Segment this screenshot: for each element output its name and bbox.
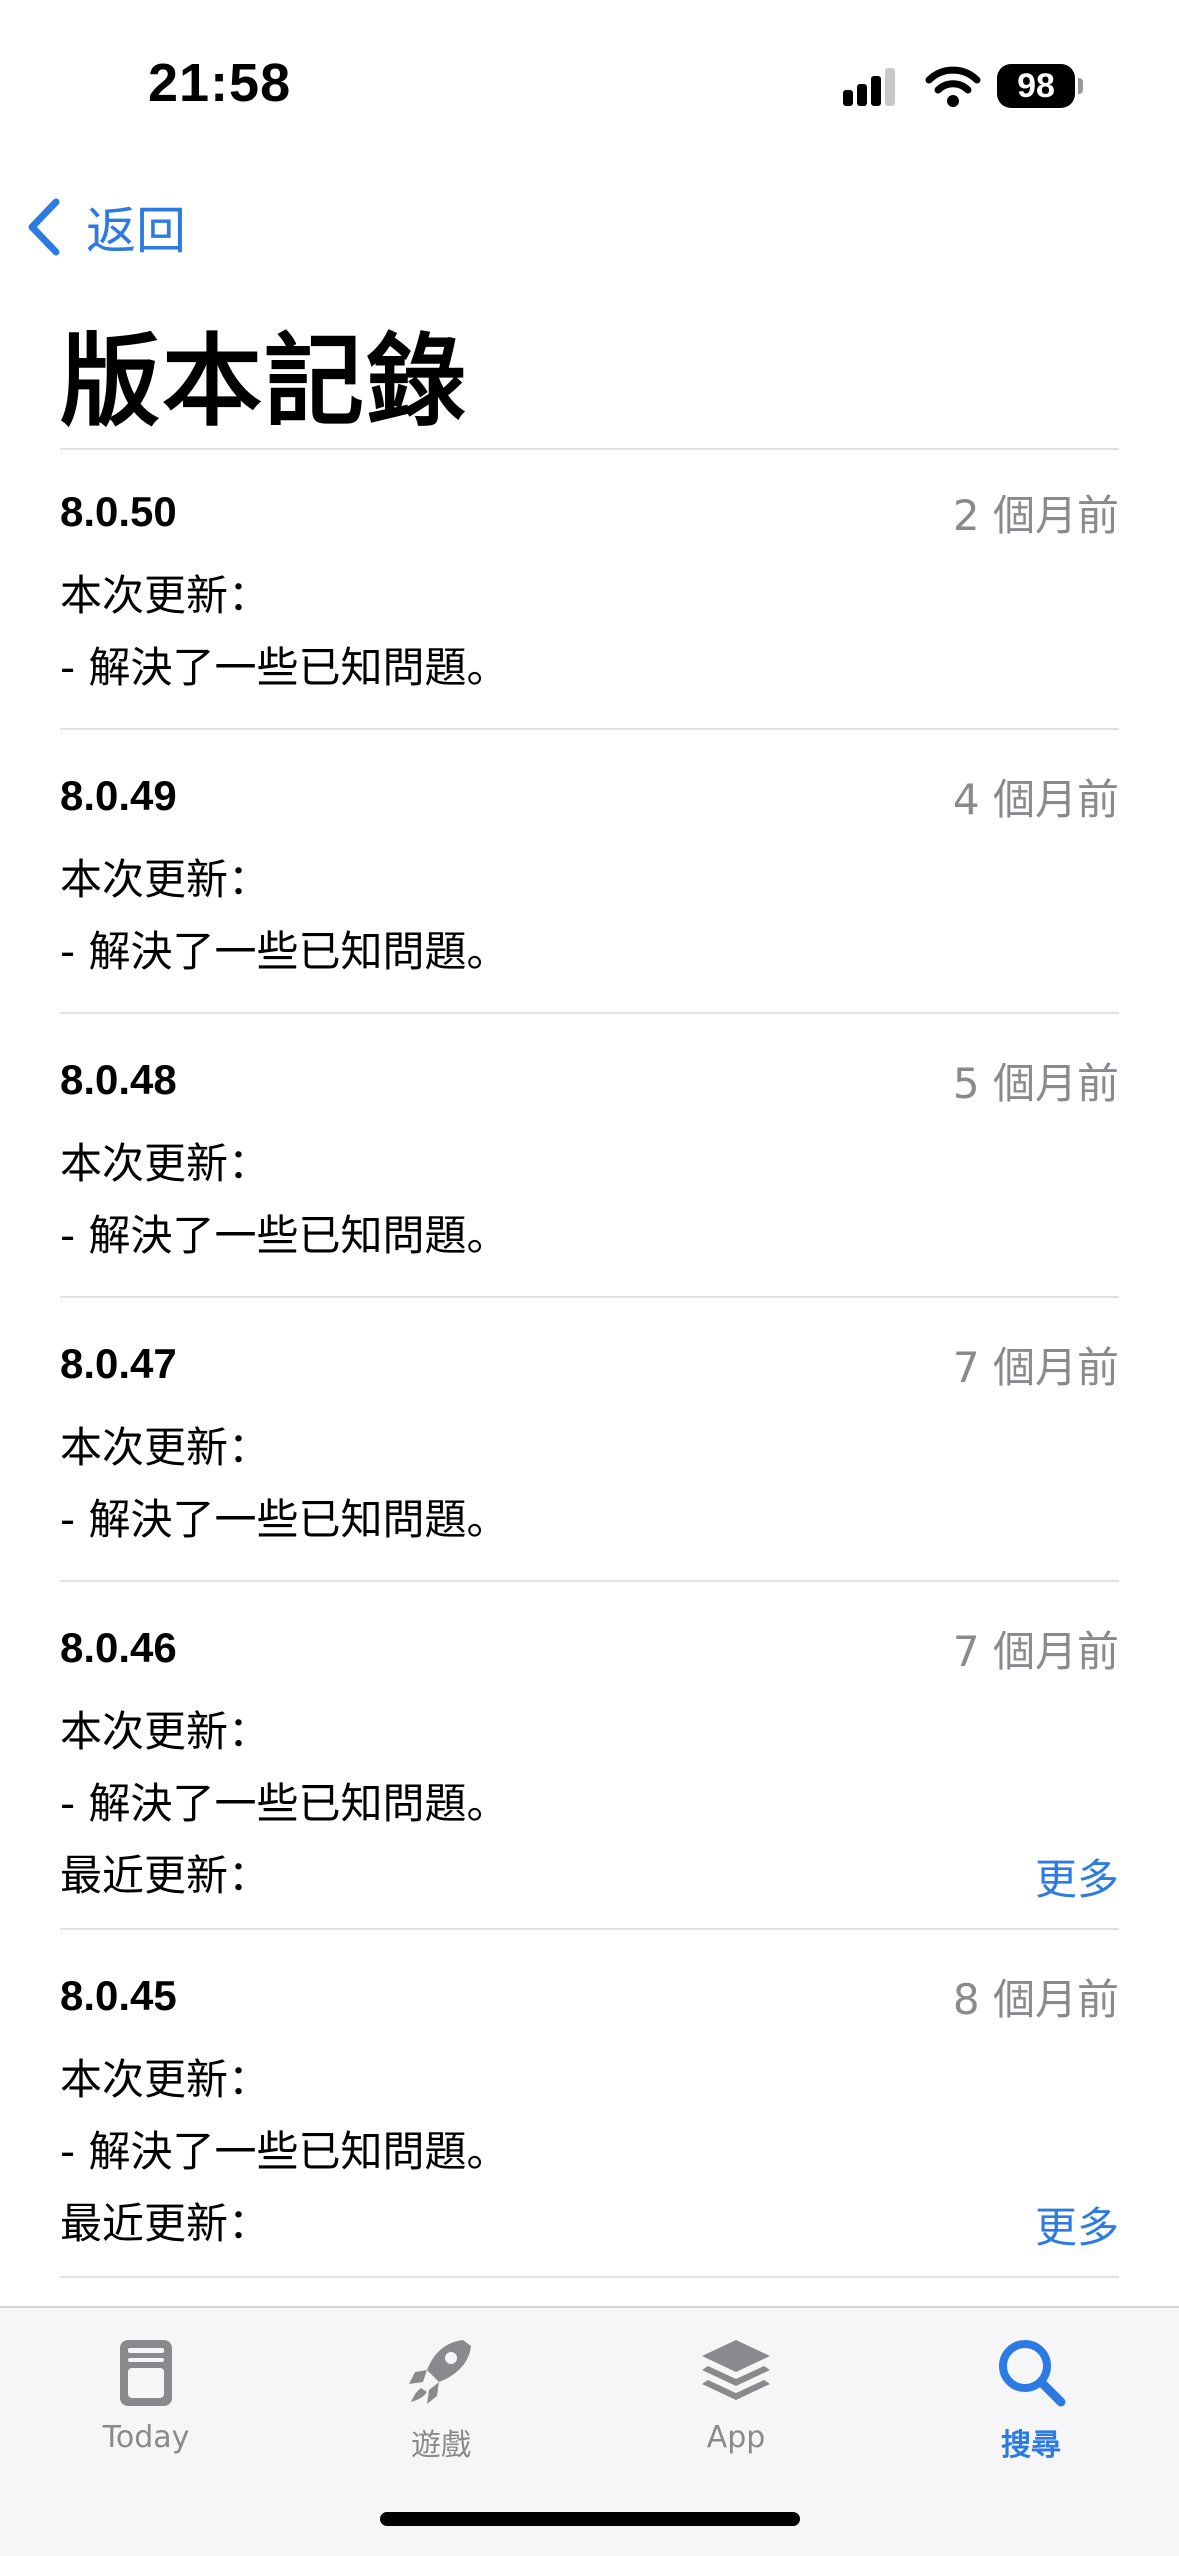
release-note-line: - 解決了一些已知問題。 [60,2127,509,2176]
version-date: 4 個月前 [952,774,1119,824]
tab-search[interactable]: 搜尋 [931,2332,1131,2482]
release-note-line: 本次更新： [60,1139,271,1188]
version-header: 8.0.45 8 個月前 [60,1960,1119,2032]
release-note-line: - 解決了一些已知問題。 [60,1779,509,1828]
tab-label: 搜尋 [1001,2428,1061,2463]
release-note-line: - 解決了一些已知問題。 [60,643,509,692]
recent-update-row: 最近更新： 更多 [60,2188,1119,2260]
tab-label: Today [102,2420,190,2455]
battery-level: 98 [1017,66,1055,105]
home-indicator[interactable] [380,2512,800,2526]
version-number: 8.0.47 [60,1340,177,1387]
release-note-line: 本次更新： [60,2055,271,2104]
status-time: 21:58 [148,53,292,113]
version-number: 8.0.49 [60,772,177,819]
battery-icon: 98 [997,64,1075,108]
back-label: 返回 [86,202,186,260]
app-stack-icon [702,2340,770,2400]
release-note-line: - 解決了一些已知問題。 [60,1211,509,1260]
version-header: 8.0.50 2 個月前 [60,476,1119,548]
release-note-line: 本次更新： [60,855,271,904]
version-item: 8.0.47 7 個月前本次更新： - 解決了一些已知問題。 [60,1298,1119,1582]
wifi-icon [925,66,981,107]
version-date: 5 個月前 [952,1058,1119,1108]
cellular-signal-icon [843,68,895,106]
tab-label: App [706,2420,766,2455]
tab-today[interactable]: Today [46,2332,246,2482]
version-header: 8.0.49 4 個月前 [60,760,1119,832]
version-list[interactable]: 8.0.50 2 個月前 本次更新： - 解決了一些已知問題。 8.0.49 4 個月前本… [60,450,1119,2310]
version-number: 8.0.45 [60,1972,177,2019]
version-item: 8.0.45 8 個月前本次更新： - 解決了一些已知問題。 最近更新： 更多 [60,1930,1119,2278]
tab-label: 遊戲 [411,2428,471,2463]
tab-apps[interactable]: App [636,2332,836,2482]
version-header: 8.0.48 5 個月前 [60,1044,1119,1116]
tab-games[interactable]: 遊戲 [341,2332,541,2482]
back-button[interactable]: 返回 [26,192,186,262]
version-number: 8.0.48 [60,1056,177,1103]
version-item: 8.0.49 4 個月前本次更新： - 解決了一些已知問題。 [60,730,1119,1014]
screen: 21:58 98 返回 版本記錄 8.0.50 2 個月前本次更新： - 解決了一些… [0,0,1179,2556]
release-note-line: 本次更新： [60,1423,271,1472]
rocket-icon [409,2340,471,2404]
version-item: 8.0.46 7 個月前本次更新： - 解決了一些已知問題。 最近更新： 更多 [60,1582,1119,1930]
release-note-line: - 解決了一些已知問題。 [60,927,509,976]
version-number: 8.0.46 [60,1624,177,1671]
version-date: 8 個月前 [952,1974,1119,2024]
version-date: 7 個月前 [952,1626,1119,1676]
search-icon [999,2340,1066,2407]
version-item: 8.0.50 2 個月前本次更新： - 解決了一些已知問題。 [60,450,1119,730]
release-note-line: 本次更新： [60,571,271,620]
version-date: 7 個月前 [952,1342,1119,1392]
version-item: 8.0.48 5 個月前本次更新： - 解決了一些已知問題。 [60,1014,1119,1298]
recent-update-label: 最近更新： [60,2199,271,2248]
version-header: 8.0.47 7 個月前 [60,1328,1119,1400]
today-icon [120,2340,172,2406]
page-title: 版本記錄 [60,323,468,440]
more-link[interactable]: 更多 [1035,2194,1119,2255]
battery-cap [1078,78,1083,94]
version-number: 8.0.50 [60,488,177,535]
more-link[interactable]: 更多 [1035,1846,1119,1907]
recent-update-label: 最近更新： [60,1851,271,1900]
version-header: 8.0.46 7 個月前 [60,1612,1119,1684]
recent-update-row: 最近更新： 更多 [60,1840,1119,1912]
status-bar: 21:58 98 [0,0,1179,175]
release-note-line: 本次更新： [60,1707,271,1756]
version-date: 2 個月前 [952,490,1119,540]
release-note-line: - 解決了一些已知問題。 [60,1495,509,1544]
chevron-left-icon [28,198,60,256]
